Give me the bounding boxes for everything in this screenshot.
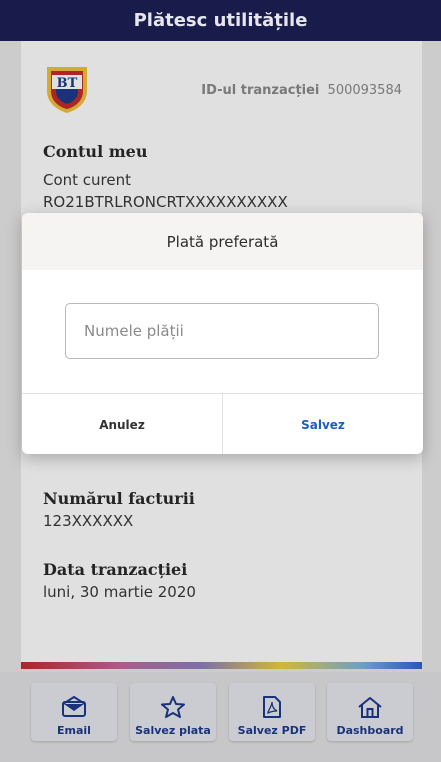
dialog-actions: Anulez Salvez: [22, 393, 423, 454]
page-title: Plătesc utilitățile: [133, 10, 308, 31]
app-header: Plătesc utilitățile: [0, 0, 441, 41]
dialog-title: Plată preferată: [166, 232, 279, 251]
favorite-payment-dialog: Plată preferată Anulez Salvez: [22, 213, 423, 454]
cancel-button[interactable]: Anulez: [22, 394, 223, 454]
dialog-header: Plată preferată: [22, 213, 423, 270]
payment-name-input[interactable]: [65, 303, 379, 359]
save-button[interactable]: Salvez: [223, 394, 423, 454]
